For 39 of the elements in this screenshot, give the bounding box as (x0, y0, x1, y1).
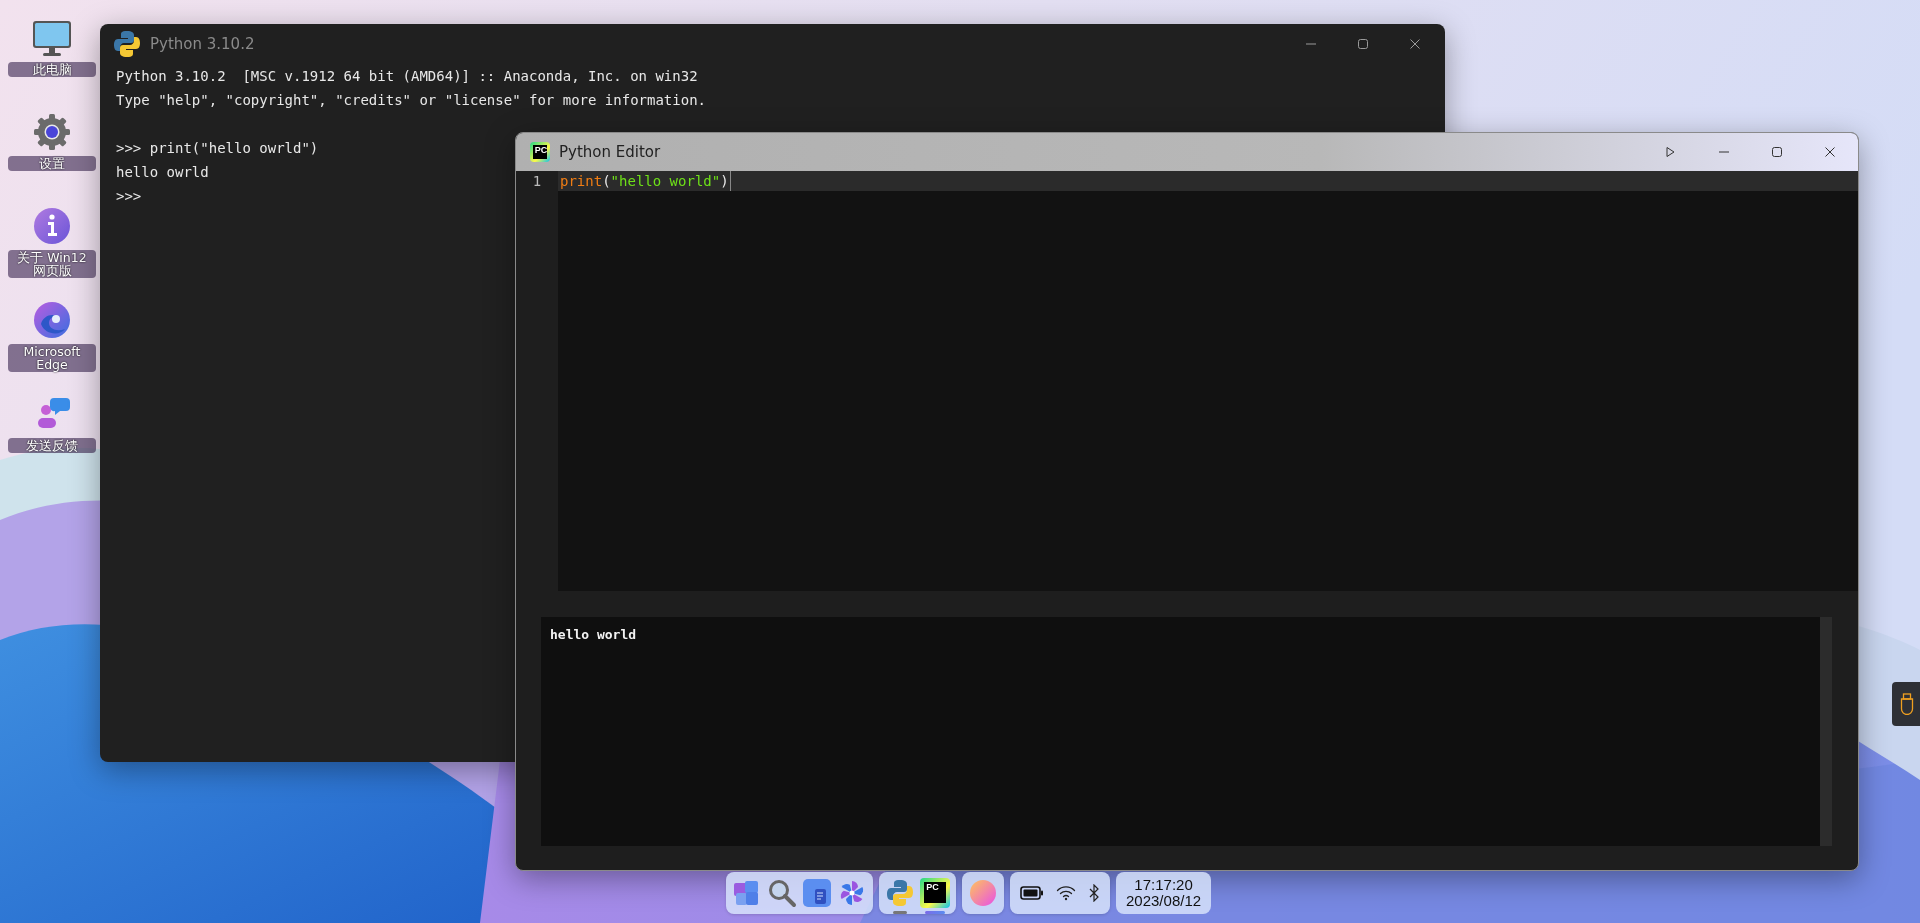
gear-icon (32, 112, 72, 152)
window-title: Python Editor (559, 143, 662, 161)
desktop-icon-label[interactable]: 发送反馈 (8, 438, 96, 454)
minimize-icon[interactable] (1305, 43, 1317, 45)
maximize-icon[interactable] (1771, 146, 1783, 158)
console-line: Type "help", "copyright", "credits" or "license" for more information. (116, 91, 706, 110)
desktop-icon-label[interactable]: 设置 (8, 156, 96, 172)
usb-drive-icon (1900, 693, 1914, 715)
close-icon[interactable] (1824, 146, 1836, 158)
output-panel: hello world (541, 617, 1820, 846)
clock-date: 2023/08/12 (1126, 893, 1202, 909)
monitor-icon (32, 18, 72, 58)
console-line: >>> print("hello owrld") (116, 139, 319, 158)
battery-icon[interactable] (1020, 886, 1044, 900)
clock-time: 17:17:20 (1134, 877, 1193, 893)
line-number: 1 (516, 171, 558, 191)
code-line[interactable]: print("hello world") (558, 171, 731, 191)
console-line: >>> (116, 187, 142, 206)
desktop-icon-label[interactable]: 此电脑 (8, 62, 96, 78)
search-icon[interactable] (767, 878, 797, 908)
window-title: Python 3.10.2 (150, 35, 256, 53)
desktop-icon-label[interactable]: 关于 Win12 网页版 (8, 250, 96, 279)
close-icon[interactable] (1409, 38, 1421, 50)
pycharm-icon: PC (530, 142, 550, 162)
play-icon[interactable] (1666, 146, 1676, 158)
side-widget[interactable] (1892, 682, 1920, 726)
browser-icon (32, 300, 72, 340)
console-line: Python 3.10.2 [MSC v.1912 64 bit (AMD64)] :: Anaconda, Inc. on win32 (116, 67, 698, 86)
console-line: hello owrld (116, 163, 209, 182)
minimize-icon[interactable] (1718, 151, 1730, 153)
clock[interactable]: 17:17:20 2023/08/12 (1116, 872, 1212, 914)
wifi-icon[interactable] (1056, 885, 1076, 901)
info-icon (32, 206, 72, 246)
bluetooth-icon[interactable] (1088, 884, 1100, 902)
document-icon[interactable] (802, 878, 832, 908)
pycharm-icon: PC (920, 877, 950, 908)
maximize-icon[interactable] (1357, 38, 1369, 50)
python-icon[interactable] (112, 29, 142, 59)
desktop-icon-label[interactable]: Microsoft Edge (8, 344, 96, 373)
